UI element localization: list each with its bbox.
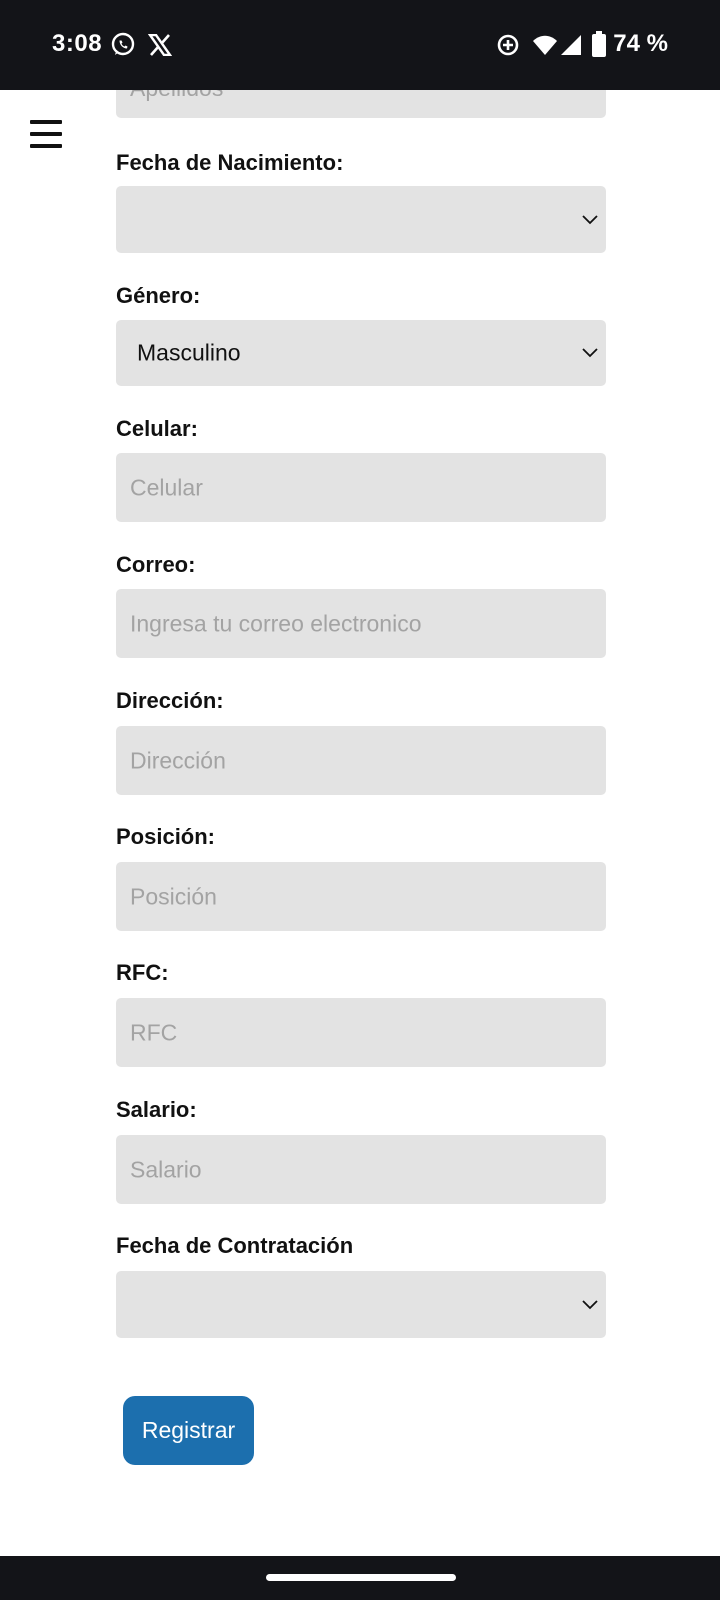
status-time: 3:08: [52, 30, 103, 57]
hamburger-menu-icon[interactable]: [30, 120, 62, 148]
battery-icon: [592, 31, 606, 62]
fecha-nacimiento-select[interactable]: [116, 186, 606, 253]
wifi-icon: [532, 34, 558, 61]
navigation-bar: [0, 1556, 720, 1600]
signal-icon: [560, 34, 582, 61]
celular-label: Celular:: [116, 416, 198, 441]
battery-percentage: 74 %: [613, 30, 668, 57]
data-saver-icon: [496, 33, 520, 62]
registration-page: Apellidos Fecha de Nacimiento: Género: M…: [0, 90, 720, 1556]
registrar-button[interactable]: Registrar: [123, 1396, 254, 1465]
rfc-label: RFC:: [116, 960, 169, 985]
whatsapp-icon: [110, 32, 136, 63]
correo-input[interactable]: Ingresa tu correo electronico: [116, 589, 606, 658]
home-gesture-handle[interactable]: [266, 1574, 456, 1581]
salario-label: Salario:: [116, 1097, 197, 1122]
fecha-contratacion-label: Fecha de Contratación: [116, 1233, 354, 1258]
fecha-contratacion-select[interactable]: [116, 1271, 606, 1338]
x-icon: [147, 33, 173, 61]
fecha-nacimiento-label: Fecha de Nacimiento:: [116, 150, 344, 175]
chevron-down-icon: [582, 214, 598, 224]
direccion-label: Dirección:: [116, 688, 224, 713]
genero-label: Género:: [116, 283, 201, 308]
genero-value: Masculino: [137, 339, 241, 366]
salario-input[interactable]: Salario: [116, 1135, 606, 1204]
chevron-down-icon: [582, 1299, 598, 1309]
posicion-label: Posición:: [116, 824, 216, 849]
chevron-down-icon: [582, 348, 598, 358]
posicion-placeholder: Posición: [130, 883, 217, 909]
apellidos-input[interactable]: Apellidos: [116, 90, 606, 118]
apellidos-placeholder: Apellidos: [130, 90, 223, 102]
rfc-placeholder: RFC: [130, 1019, 178, 1045]
posicion-input[interactable]: Posición: [116, 862, 606, 931]
status-bar: 3:08 74 %: [0, 0, 720, 90]
celular-input[interactable]: Celular: [116, 453, 606, 522]
direccion-placeholder: Dirección: [130, 747, 226, 773]
correo-placeholder: Ingresa tu correo electronico: [130, 610, 422, 636]
direccion-input[interactable]: Dirección: [116, 726, 606, 795]
salario-placeholder: Salario: [130, 1156, 202, 1182]
genero-select[interactable]: Masculino: [116, 320, 606, 386]
correo-label: Correo:: [116, 552, 196, 577]
celular-placeholder: Celular: [130, 474, 203, 500]
rfc-input[interactable]: RFC: [116, 998, 606, 1067]
